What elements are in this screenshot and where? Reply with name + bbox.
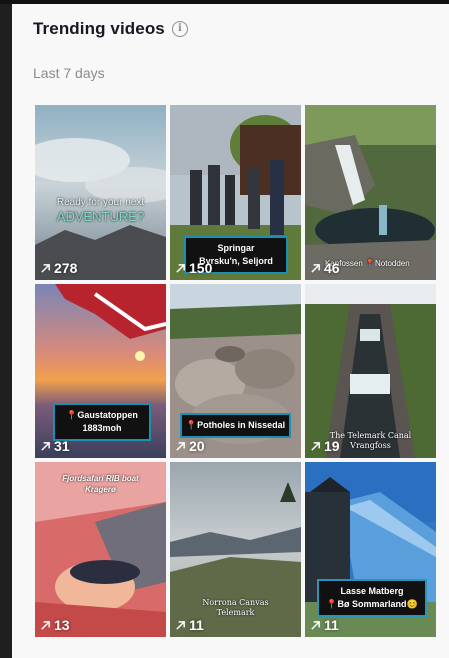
view-count-value: 46 (324, 260, 340, 276)
caption-line1: Springar (217, 243, 255, 253)
video-tile[interactable]: Lasse Matberg 📍Bø Sommarland😊 11 (305, 462, 436, 637)
view-count-value: 19 (324, 438, 340, 454)
video-tile[interactable]: 📍Potholes in Nissedal 20 (170, 284, 301, 458)
trend-arrow-icon (176, 620, 185, 630)
view-count: 11 (310, 617, 339, 633)
video-caption: Lasse Matberg 📍Bø Sommarland😊 (319, 581, 425, 615)
video-grid: Ready for your next ADVENTURE? 278 Sprin… (35, 105, 436, 637)
view-count: 13 (40, 617, 70, 633)
caption-line1: 📍Gaustatoppen (66, 410, 138, 420)
view-count: 31 (40, 438, 70, 454)
overlay-text-line2: Telemark (216, 608, 255, 617)
view-count-value: 150 (189, 260, 213, 276)
video-thumbnail (305, 105, 436, 280)
overlay-text-line1: Ready for your next (56, 197, 145, 208)
view-count-value: 31 (54, 438, 70, 454)
caption-line2: 1883moh (82, 423, 122, 433)
caption-line1: 📍Potholes in Nissedal (185, 420, 286, 430)
view-count-value: 11 (324, 617, 339, 633)
video-tile[interactable]: The Telemark Canal Vrangfoss 19 (305, 284, 436, 458)
video-tile[interactable]: Springar Byrsku'n, Seljord 150 (170, 105, 301, 280)
panel-title: Trending videos (33, 19, 165, 38)
video-caption: 📍Gaustatoppen 1883moh (55, 405, 149, 439)
view-count: 150 (175, 260, 212, 276)
trend-arrow-icon (41, 620, 50, 630)
view-count: 46 (310, 260, 340, 276)
caption-line1: Lasse Matberg (340, 586, 404, 596)
trend-arrow-icon (311, 263, 320, 273)
view-count: 11 (175, 617, 204, 633)
overlay-text-line2: ADVENTURE? (56, 209, 145, 224)
video-caption: 📍Potholes in Nissedal (182, 415, 289, 436)
date-range-label: Last 7 days (33, 65, 105, 81)
trending-videos-panel: Trending videos i Last 7 days Ready for … (12, 4, 449, 658)
overlay-text-line1: Norrona Canvas (202, 598, 269, 607)
video-thumbnail (35, 105, 166, 280)
view-count: 20 (175, 438, 205, 454)
trend-arrow-icon (311, 441, 320, 451)
video-tile[interactable]: 📍Gaustatoppen 1883moh 31 (35, 284, 166, 458)
trend-arrow-icon (176, 441, 185, 451)
trend-arrow-icon (41, 441, 50, 451)
video-tile[interactable]: Ready for your next ADVENTURE? 278 (35, 105, 166, 280)
view-count: 278 (40, 260, 77, 276)
overlay-text-line2: Kragerø (85, 485, 116, 494)
info-icon[interactable]: i (171, 21, 188, 37)
view-count-value: 278 (54, 260, 78, 276)
caption-line2: 📍Bø Sommarland😊 (326, 599, 418, 609)
view-count-value: 11 (189, 617, 204, 633)
trend-arrow-icon (41, 263, 50, 273)
video-tile[interactable]: Kanfossen 📍Notodden 46 (305, 105, 436, 280)
trend-arrow-icon (176, 263, 185, 273)
view-count-value: 13 (54, 617, 70, 633)
view-count-value: 20 (189, 438, 205, 454)
title-row: Trending videos i (33, 19, 188, 39)
view-count: 19 (310, 438, 340, 454)
video-tile[interactable]: Norrona Canvas Telemark 11 (170, 462, 301, 637)
overlay-text-line1: Fjordsafari RIB boat (62, 474, 139, 483)
video-tile[interactable]: Fjordsafari RIB boat Kragerø 13 (35, 462, 166, 637)
trend-arrow-icon (311, 620, 320, 630)
